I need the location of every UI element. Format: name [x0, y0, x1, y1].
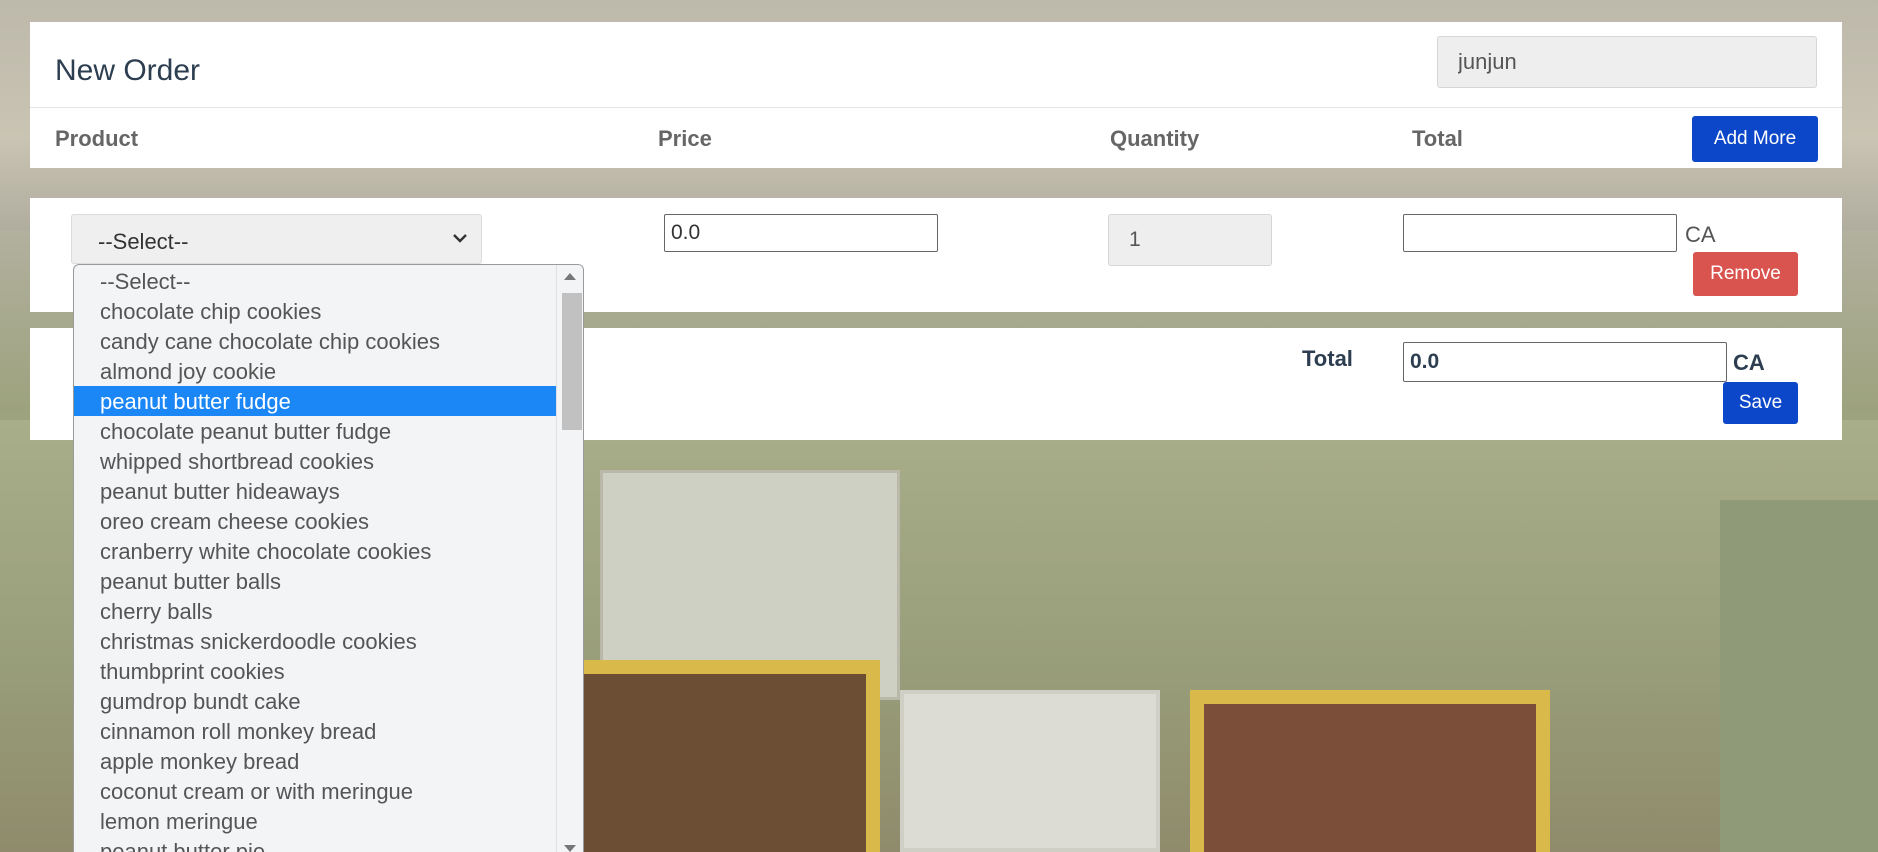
background-right-wall [1720, 500, 1878, 852]
order-header-panel: New Order Product Price Quantity Total A… [30, 22, 1842, 168]
column-header-product: Product [55, 126, 139, 151]
product-select[interactable]: --Select-- [71, 214, 482, 264]
dropdown-option[interactable]: whipped shortbread cookies [74, 446, 557, 476]
product-dropdown-list[interactable]: peanut butter pie lemon meringue coconut c… [73, 264, 584, 852]
dropdown-option[interactable]: --Select-- [74, 266, 557, 296]
product-select-value: --Select-- [98, 229, 189, 254]
user-field[interactable] [1437, 36, 1817, 88]
dropdown-option[interactable]: peanut butter balls [74, 566, 557, 596]
dropdown-option[interactable]: almond joy cookie [74, 356, 557, 386]
quantity-input[interactable] [1108, 214, 1272, 266]
dropdown-option[interactable]: gumdrop bundt cake [74, 686, 557, 716]
dropdown-option[interactable]: apple monkey bread [74, 746, 557, 776]
add-more-button[interactable]: Add More [1692, 116, 1818, 162]
dropdown-option[interactable]: oreo cream cheese cookies [74, 506, 557, 536]
chevron-down-icon [453, 234, 467, 243]
dropdown-option[interactable]: thumbprint cookies [74, 656, 557, 686]
dropdown-option[interactable]: peanut butter hideaways [74, 476, 557, 506]
background-doorway-left [560, 660, 880, 852]
dropdown-option[interactable]: candy cane chocolate chip cookies [74, 326, 557, 356]
column-header-quantity: Quantity [1110, 126, 1200, 151]
page-title: New Order [55, 54, 201, 87]
dropdown-scrollbar[interactable] [556, 265, 583, 852]
save-button[interactable]: Save [1723, 382, 1798, 424]
scroll-thumb[interactable] [562, 293, 582, 430]
dropdown-option[interactable]: christmas snickerdoodle cookies [74, 626, 557, 656]
column-header-price: Price [658, 126, 712, 151]
line-currency-label: CA [1685, 222, 1716, 247]
grand-total-label: Total [1302, 346, 1353, 371]
grand-total-input[interactable] [1403, 342, 1727, 382]
dropdown-option[interactable]: peanut butter pie [74, 836, 557, 852]
title-row: New Order [30, 22, 1842, 108]
dropdown-option[interactable]: lemon meringue [74, 806, 557, 836]
dropdown-option[interactable]: coconut cream or with meringue [74, 776, 557, 806]
dropdown-option[interactable]: cherry balls [74, 596, 557, 626]
grand-total-currency-label: CA [1733, 350, 1765, 375]
scroll-down-arrow-icon[interactable] [564, 845, 576, 852]
dropdown-option[interactable]: chocolate peanut butter fudge [74, 416, 557, 446]
background-whiteboard [900, 690, 1160, 852]
line-total-input[interactable] [1403, 214, 1677, 252]
dropdown-option[interactable]: cinnamon roll monkey bread [74, 716, 557, 746]
dropdown-option[interactable]: cranberry white chocolate cookies [74, 536, 557, 566]
dropdown-option[interactable]: peanut butter fudge [74, 386, 557, 416]
column-header-total: Total [1412, 126, 1463, 151]
dropdown-option[interactable]: chocolate chip cookies [74, 296, 557, 326]
price-input[interactable] [664, 214, 938, 252]
background-doorway-right [1190, 690, 1550, 852]
remove-button[interactable]: Remove [1693, 252, 1798, 296]
scroll-up-arrow-icon[interactable] [564, 273, 576, 280]
